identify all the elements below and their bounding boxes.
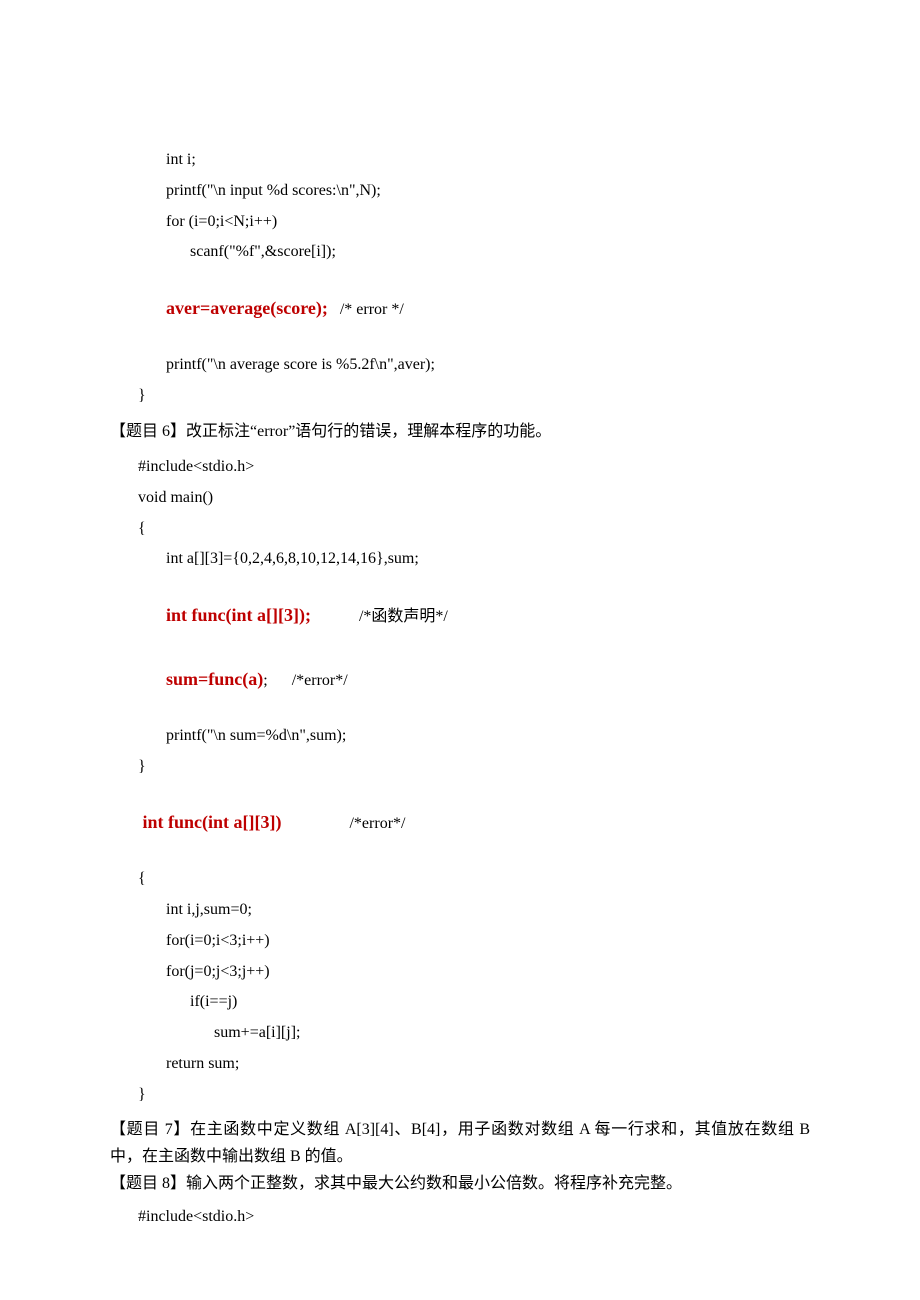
code-line: for(j=0;j<3;j++) <box>110 962 810 983</box>
code-line: } <box>110 757 810 778</box>
code-line: } <box>110 386 810 407</box>
document-page: int i; printf("\n input %d scores:\n",N)… <box>0 0 920 1300</box>
code-text: void main() <box>138 489 213 506</box>
code-text: int a[][3]={0,2,4,6,8,10,12,14,16},sum; <box>166 550 419 567</box>
code-line: { <box>110 519 810 540</box>
code-comment: /* error */ <box>328 301 404 318</box>
code-text: sum+=a[i][j]; <box>214 1024 300 1041</box>
code-text: #include<stdio.h> <box>138 458 254 475</box>
code-text: printf("\n sum=%d\n",sum); <box>166 727 346 744</box>
code-line: sum+=a[i][j]; <box>110 1023 810 1044</box>
code-text: { <box>138 870 146 887</box>
code-line: printf("\n input %d scores:\n",N); <box>110 181 810 202</box>
code-error-fix: int func(int a[][3]); <box>166 605 311 625</box>
code-line: printf("\n average score is %5.2f\n",ave… <box>110 355 810 376</box>
code-line: scanf("%f",&score[i]); <box>110 242 810 263</box>
code-line: return sum; <box>110 1054 810 1075</box>
code-line: for (i=0;i<N;i++) <box>110 212 810 233</box>
code-line: int i,j,sum=0; <box>110 900 810 921</box>
code-line: { <box>110 869 810 890</box>
code-text: { <box>138 520 146 537</box>
para-text: 【题目 8】输入两个正整数，求其中最大公约数和最小公倍数。将程序补充完整。 <box>110 1175 682 1192</box>
code-line-error: aver=average(score); /* error */ <box>110 297 810 321</box>
code-line-error: int func(int a[][3]) /*error*/ <box>110 811 810 835</box>
code-text: printf("\n average score is %5.2f\n",ave… <box>166 356 435 373</box>
code-text: int i,j,sum=0; <box>166 901 252 918</box>
code-line: #include<stdio.h> <box>110 1207 810 1228</box>
code-line: for(i=0;i<3;i++) <box>110 931 810 952</box>
code-text: for(j=0;j<3;j++) <box>166 963 270 980</box>
code-text: } <box>138 1086 146 1103</box>
code-comment: /*函数声明*/ <box>311 608 448 625</box>
code-text: printf("\n input %d scores:\n",N); <box>166 182 381 199</box>
code-line: void main() <box>110 488 810 509</box>
code-text: if(i==j) <box>190 993 237 1010</box>
question-7-text: 【题目 7】在主函数中定义数组 A[3][4]、B[4]，用子函数对数组 A 每… <box>110 1116 810 1170</box>
code-comment: /*error*/ <box>281 815 405 832</box>
code-line-error: int func(int a[][3]); /*函数声明*/ <box>110 604 810 628</box>
code-line: int a[][3]={0,2,4,6,8,10,12,14,16},sum; <box>110 549 810 570</box>
question-6-title: 【题目 6】改正标注“error”语句行的错误，理解本程序的功能。 <box>110 417 810 447</box>
code-comment: ; /*error*/ <box>263 672 347 689</box>
code-text: int i; <box>166 151 196 168</box>
code-error-fix: aver=average(score); <box>166 298 328 318</box>
code-line-error: sum=func(a); /*error*/ <box>110 668 810 692</box>
code-line: } <box>110 1085 810 1106</box>
code-error-fix: sum=func(a) <box>166 669 263 689</box>
code-error-fix: int func(int a[][3]) <box>138 812 281 832</box>
code-line: int i; <box>110 150 810 171</box>
code-text: #include<stdio.h> <box>138 1208 254 1225</box>
code-text: scanf("%f",&score[i]); <box>190 243 336 260</box>
para-text: 【题目 7】在主函数中定义数组 A[3][4]、B[4]，用子函数对数组 A 每… <box>110 1121 810 1165</box>
code-text: } <box>138 387 146 404</box>
title-text: 【题目 6】改正标注“error”语句行的错误，理解本程序的功能。 <box>110 423 551 440</box>
code-text: for (i=0;i<N;i++) <box>166 213 277 230</box>
code-text: return sum; <box>166 1055 239 1072</box>
code-text: for(i=0;i<3;i++) <box>166 932 270 949</box>
code-line: #include<stdio.h> <box>110 457 810 478</box>
code-line: if(i==j) <box>110 992 810 1013</box>
code-text: } <box>138 758 146 775</box>
code-line: printf("\n sum=%d\n",sum); <box>110 726 810 747</box>
question-8-text: 【题目 8】输入两个正整数，求其中最大公约数和最小公倍数。将程序补充完整。 <box>110 1170 810 1197</box>
